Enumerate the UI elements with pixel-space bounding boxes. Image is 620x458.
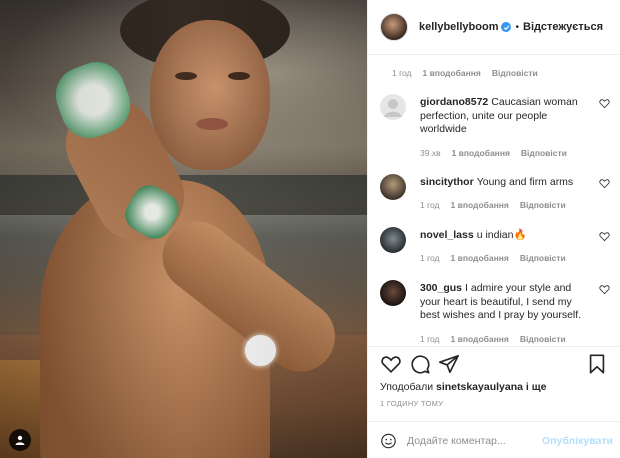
action-icons [380,353,610,375]
commenter-username[interactable]: sincitythor [420,176,474,188]
comment-text-block: sincitythor Young and firm arms [420,176,590,190]
comment-reply-link[interactable]: Відповісти [520,253,566,263]
comment-meta: 39 хв 1 вподобання Відповісти [420,148,567,158]
comment-likes[interactable]: 1 вподобання [451,334,509,344]
like-comment-heart-icon[interactable] [599,98,610,109]
like-comment-heart-icon[interactable] [599,231,610,242]
comment-likes[interactable]: 1 вподобання [451,200,509,210]
like-heart-icon[interactable] [380,353,402,375]
comment-text-block: novel_lass u indian🔥 [420,229,590,243]
comment-meta: 1 год 1 вподобання Відповісти [420,334,566,344]
comment-text-block: giordano8572 Caucasian woman perfection, … [420,96,590,137]
liked-by-line: Уподобали sinetskayaulyana і ще [380,381,546,393]
post-header: kellybellyboom • Відстежується [368,0,620,55]
caption-likes[interactable]: 1 вподобання [423,68,481,78]
comment-reply-link[interactable]: Відповісти [521,148,567,158]
photo-overlay [0,0,367,458]
share-send-icon[interactable] [438,353,460,375]
comment-meta: 1 год 1 вподобання Відповісти [420,253,566,263]
comment-meta: 1 год 1 вподобання Відповісти [420,200,566,210]
liked-by-others-link[interactable]: і ще [526,381,547,393]
default-avatar-icon [384,99,402,117]
commenter-avatar[interactable] [380,227,406,253]
liked-by-user[interactable]: sinetskayaulyana [436,381,523,393]
commenter-username[interactable]: novel_lass [420,229,474,241]
commenter-avatar[interactable] [380,94,406,120]
commenter-username[interactable]: giordano8572 [420,96,488,108]
header-separator: • [515,21,519,33]
caption-meta: 1 год 1 вподобання Відповісти [392,68,538,78]
follow-status-button[interactable]: Відстежується [523,21,603,33]
like-comment-heart-icon[interactable] [599,178,610,189]
comment-text-block: 300_gus I admire your style and your hear… [420,282,590,323]
comment-reply-link[interactable]: Відповісти [520,334,566,344]
comment-reply-link[interactable]: Відповісти [520,200,566,210]
like-comment-heart-icon[interactable] [599,284,610,295]
post-photo[interactable] [0,0,367,458]
author-username[interactable]: kellybellyboom [419,21,498,33]
author-avatar[interactable] [380,13,408,41]
post-side-panel: kellybellyboom • Відстежується 1 год 1 в… [367,0,620,458]
emoji-icon[interactable] [380,431,397,451]
post-timestamp[interactable]: 1 ГОДИНУ ТОМУ [380,399,443,408]
comment-likes[interactable]: 1 вподобання [452,148,510,158]
commenter-avatar[interactable] [380,280,406,306]
comment-bubble-icon[interactable] [409,353,431,375]
tagged-user-button[interactable] [9,429,31,451]
verified-badge-icon [501,22,512,32]
comment-likes[interactable]: 1 вподобання [451,253,509,263]
commenter-avatar[interactable] [380,174,406,200]
user-tag-icon [15,435,25,445]
comment-text: u indian🔥 [476,229,527,241]
liked-by-prefix: Уподобали [380,381,434,393]
comment-time: 39 хв [420,148,441,158]
add-comment-bar: Опублікувати [368,421,620,458]
comments-list[interactable]: 1 год 1 вподобання Відповісти giordano85… [368,56,620,346]
comment-time: 1 год [420,200,440,210]
comment-time: 1 год [420,334,440,344]
caption-reply-link[interactable]: Відповісти [492,68,538,78]
commenter-username[interactable]: 300_gus [420,282,462,294]
publish-comment-button[interactable]: Опублікувати [542,435,613,447]
bookmark-save-icon[interactable] [586,353,608,375]
comment-input[interactable] [406,434,542,447]
post-actions: Уподобали sinetskayaulyana і ще 1 ГОДИНУ… [368,346,620,458]
comment-time: 1 год [420,253,440,263]
caption-time: 1 год [392,68,412,78]
comment-text: Young and firm arms [476,176,574,188]
